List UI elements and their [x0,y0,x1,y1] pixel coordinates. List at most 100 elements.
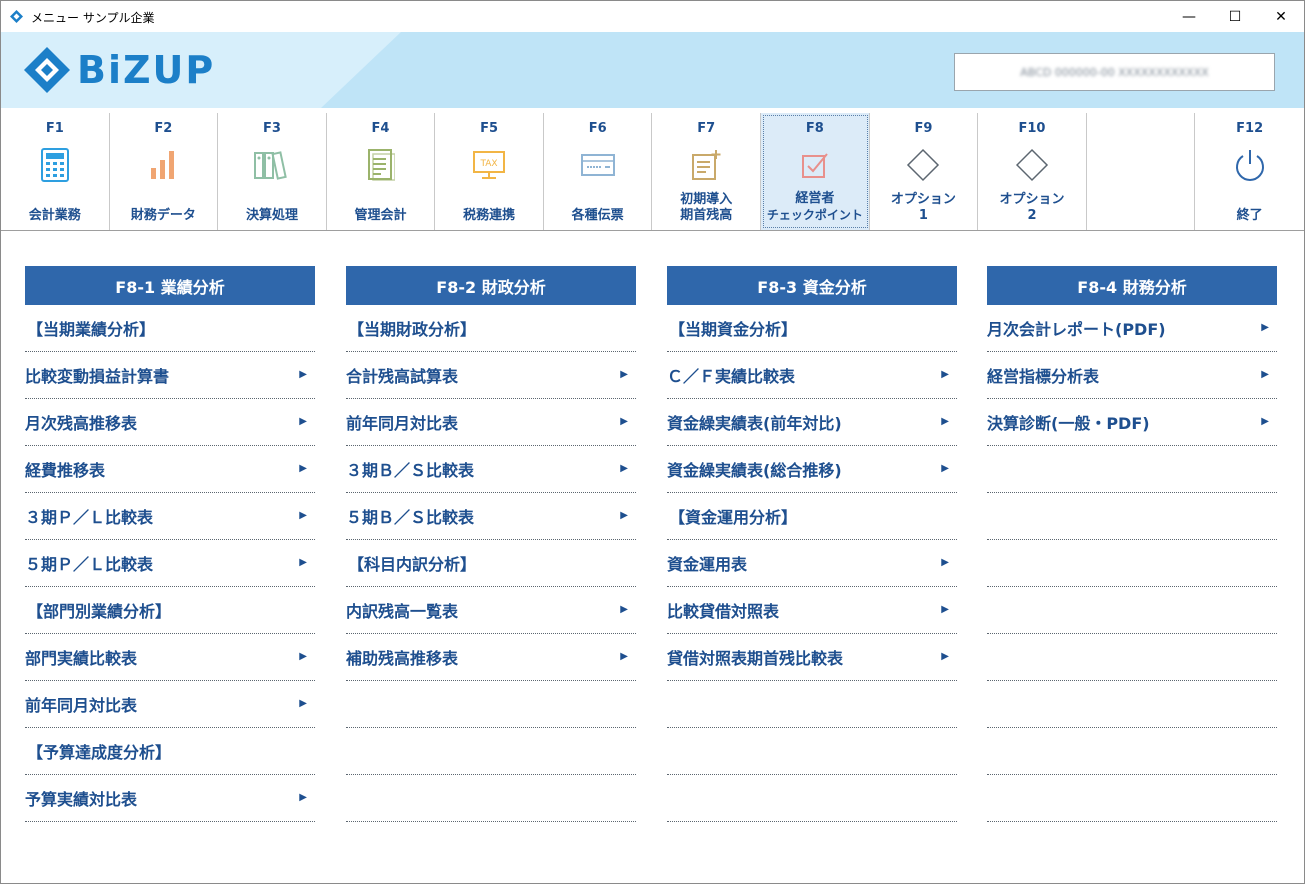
menu-item[interactable]: ３期Ｂ／Ｓ比較表 ▶ [346,446,636,493]
menu-item[interactable]: 内訳残高一覧表 ▶ [346,587,636,634]
arrow-right-icon: ▶ [620,463,628,474]
maximize-button[interactable]: ☐ [1212,1,1258,32]
fkey-f7[interactable]: F7 初期導入 期首残高 [652,113,762,230]
fkey-name-line1: オプション [890,192,956,207]
fkey-f2[interactable]: F2 財務データ [110,113,219,230]
fkey-name: 初期導入 期首残高 [652,192,760,224]
menu-item[interactable]: 資金繰実績表(前年対比) ▶ [667,399,957,446]
minimize-button[interactable]: — [1166,1,1212,32]
user-info-text: ABCD 000000-00 XXXXXXXXXXXX [1020,65,1209,79]
minimize-icon: — [1182,8,1196,25]
fkey-name: 税務連携 [463,208,516,223]
calculator-icon [35,145,75,185]
empty-row [667,728,957,775]
menu-item[interactable]: 経営指標分析表 ▶ [987,352,1277,399]
menu-item[interactable]: 月次会計レポート(PDF) ▶ [987,305,1277,352]
empty-row [667,775,957,822]
header-band: BiZUP ABCD 000000-00 XXXXXXXXXXXX [1,32,1304,108]
empty-row [346,728,636,775]
menu-item[interactable]: 経費推移表 ▶ [25,446,315,493]
fkey-f10[interactable]: F10 オプション 2 [978,113,1087,230]
column-f8-4: F8-4 財務分析 月次会計レポート(PDF) ▶ 経営指標分析表 ▶ 決算診断(一… [987,266,1277,822]
arrow-right-icon: ▶ [299,510,307,521]
fkey-name: 決算処理 [245,208,298,223]
menu-item[interactable]: ５期Ｂ／Ｓ比較表 ▶ [346,493,636,540]
fkey-label: F3 [262,121,281,136]
arrow-right-icon: ▶ [1261,416,1269,427]
section-label: 【科目内訳分析】 [346,540,636,587]
menu-item[interactable]: 貸借対照表期首残比較表 ▶ [667,634,957,681]
fkey-f6[interactable]: F6 各種伝票 [544,113,653,230]
fkey-label: F12 [1236,121,1264,136]
menu-item[interactable]: 決算診断(一般・PDF) ▶ [987,399,1277,446]
fkey-f1[interactable]: F1 会計業務 [1,113,110,230]
fkey-name: 財務データ [130,208,196,223]
section-label: 【当期資金分析】 [667,305,957,352]
document-icon [361,145,401,185]
fkey-label: F7 [697,121,716,136]
fkey-empty-slot [1087,113,1196,230]
voucher-icon [578,145,618,185]
menu-item[interactable]: 比較変動損益計算書 ▶ [25,352,315,399]
fkey-f5[interactable]: F5 TAX 税務連携 [435,113,544,230]
fkey-name-line1: オプション [999,192,1065,207]
menu-item[interactable]: 月次残高推移表 ▶ [25,399,315,446]
menu-item[interactable]: 前年同月対比表 ▶ [346,399,636,446]
menu-item[interactable]: 資金運用表 ▶ [667,540,957,587]
fkey-name-line2: チェックポイント [766,208,863,222]
fkey-f9[interactable]: F9 オプション 1 [870,113,979,230]
fkey-label: F2 [154,121,173,136]
title-bar[interactable]: メニュー サンプル企業 — ☐ ✕ [1,1,1304,32]
logo-mark-icon [24,47,70,93]
arrow-right-icon: ▶ [941,651,949,662]
fkey-label: F6 [588,121,607,136]
close-icon: ✕ [1275,8,1287,25]
empty-row [987,728,1277,775]
fkey-f8[interactable]: F8 経営者 チェックポイント [761,113,870,230]
menu-item[interactable]: 部門実績比較表 ▶ [25,634,315,681]
menu-item[interactable]: Ｃ／Ｆ実績比較表 ▶ [667,352,957,399]
fkey-name-line1: 初期導入 [680,192,733,207]
column-header: F8-4 財務分析 [987,266,1277,305]
fkey-f3[interactable]: F3 決算処理 [218,113,327,230]
menu-item[interactable]: ３期Ｐ／Ｌ比較表 ▶ [25,493,315,540]
fkey-name: 管理会計 [354,208,407,223]
menu-item[interactable]: 合計残高試算表 ▶ [346,352,636,399]
list-add-icon [686,145,726,185]
function-key-bar: F1 会計業務 F2 財務データ F3 決算処理 F4 管理会計 F5 TAX … [1,113,1304,230]
column-header: F8-3 資金分析 [667,266,957,305]
bar-chart-icon [143,145,183,185]
fkey-label: F9 [914,121,933,136]
close-button[interactable]: ✕ [1258,1,1304,32]
checkbox-icon [795,145,835,185]
fkey-f12[interactable]: F12 終了 [1195,113,1304,230]
arrow-right-icon: ▶ [299,792,307,803]
empty-row [987,634,1277,681]
empty-row [987,681,1277,728]
menu-item[interactable]: 比較貸借対照表 ▶ [667,587,957,634]
column-header: F8-2 財政分析 [346,266,636,305]
fkey-f4[interactable]: F4 管理会計 [327,113,436,230]
fkey-label: F4 [371,121,390,136]
section-label: 【部門別業績分析】 [25,587,315,634]
section-label: 【当期業績分析】 [25,305,315,352]
fkey-name-line2: 期首残高 [680,208,733,223]
app-icon [10,10,23,23]
menu-item[interactable]: 補助残高推移表 ▶ [346,634,636,681]
arrow-right-icon: ▶ [941,463,949,474]
menu-item[interactable]: 前年同月対比表 ▶ [25,681,315,728]
menu-item[interactable]: 予算実績対比表 ▶ [25,775,315,822]
fkey-label: F1 [45,121,64,136]
empty-row [987,775,1277,822]
section-label: 【予算達成度分析】 [25,728,315,775]
menu-item[interactable]: 資金繰実績表(総合推移) ▶ [667,446,957,493]
fkey-label: F10 [1018,121,1046,136]
fkey-name-line2: 2 [1027,208,1037,223]
fkey-name: 会計業務 [28,208,81,223]
arrow-right-icon: ▶ [299,416,307,427]
menu-item[interactable]: ５期Ｐ／Ｌ比較表 ▶ [25,540,315,587]
column-f8-3: F8-3 資金分析 【当期資金分析】 Ｃ／Ｆ実績比較表 ▶ 資金繰実績表(前年対比… [667,266,957,822]
diamond-icon [1012,145,1052,185]
logo-text: BiZUP [77,48,216,92]
section-label: 【当期財政分析】 [346,305,636,352]
